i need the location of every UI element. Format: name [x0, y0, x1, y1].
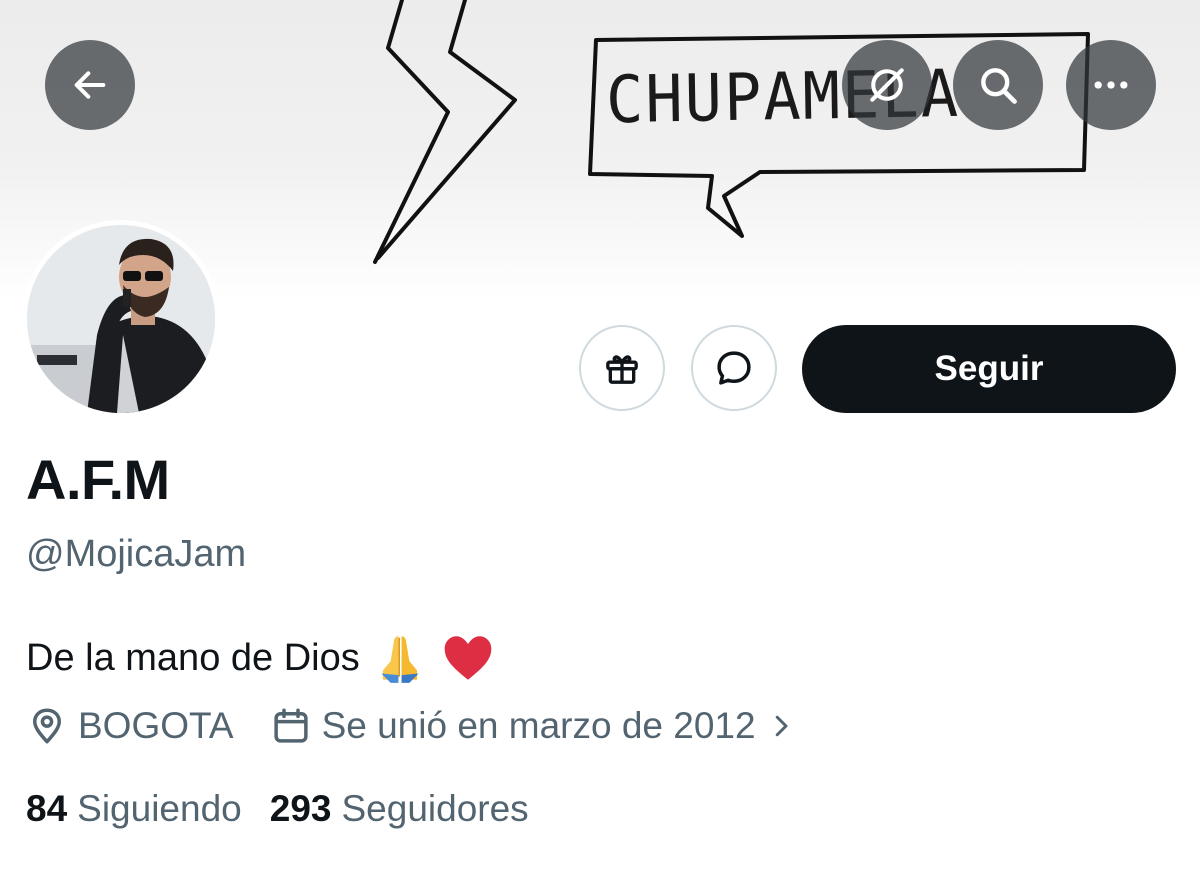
- grok-icon: [870, 68, 904, 102]
- profile-name: A.F.M: [26, 448, 170, 511]
- search-button[interactable]: [953, 40, 1043, 130]
- followers-count: 293: [269, 788, 332, 829]
- calendar-icon: [273, 708, 308, 743]
- location: BOGOTA: [26, 705, 234, 747]
- location-pin-icon: [33, 708, 61, 744]
- follow-button[interactable]: Seguir: [802, 325, 1176, 413]
- avatar[interactable]: [22, 220, 220, 418]
- location-text: BOGOTA: [78, 705, 234, 746]
- following-count: 84: [26, 788, 68, 829]
- arrow-left-icon: [74, 71, 106, 99]
- following-label: Siguiendo: [77, 788, 242, 829]
- followers-link[interactable]: 293 Seguidores: [270, 788, 529, 830]
- bio-text: De la mano de Dios: [26, 637, 360, 679]
- profile-page: CHUPAMELA Seguir A.F.M @MojicaJam De la …: [0, 0, 1200, 884]
- avatar-photo: [27, 225, 215, 413]
- followers-label: Seguidores: [341, 788, 529, 829]
- gift-icon: [606, 355, 638, 384]
- red-heart-emoji: [444, 636, 492, 680]
- joined-date[interactable]: Se unió en marzo de 2012: [270, 705, 796, 747]
- joined-text: Se unió en marzo de 2012: [321, 705, 756, 746]
- profile-bio: De la mano de Dios: [26, 630, 496, 686]
- following-link[interactable]: 84 Siguiendo: [26, 788, 242, 830]
- message-bubble-icon: [717, 351, 751, 385]
- subscribe-gift-button[interactable]: [579, 325, 665, 411]
- more-button[interactable]: [1066, 40, 1156, 130]
- back-button[interactable]: [45, 40, 135, 130]
- search-icon: [981, 68, 1017, 104]
- praying-hands-emoji: [381, 636, 419, 683]
- profile-meta: BOGOTA Se unió en marzo de 2012: [26, 702, 796, 750]
- profile-stats: 84 Siguiendo 293 Seguidores: [26, 788, 529, 830]
- chevron-right-icon: [775, 715, 788, 737]
- more-horizontal-icon: [1094, 81, 1128, 89]
- message-button[interactable]: [691, 325, 777, 411]
- praying-hands-icon: [372, 630, 428, 686]
- avatar-image: [27, 225, 215, 413]
- red-heart-icon: [440, 630, 496, 686]
- grok-button[interactable]: [842, 40, 932, 130]
- profile-handle: @MojicaJam: [26, 533, 247, 575]
